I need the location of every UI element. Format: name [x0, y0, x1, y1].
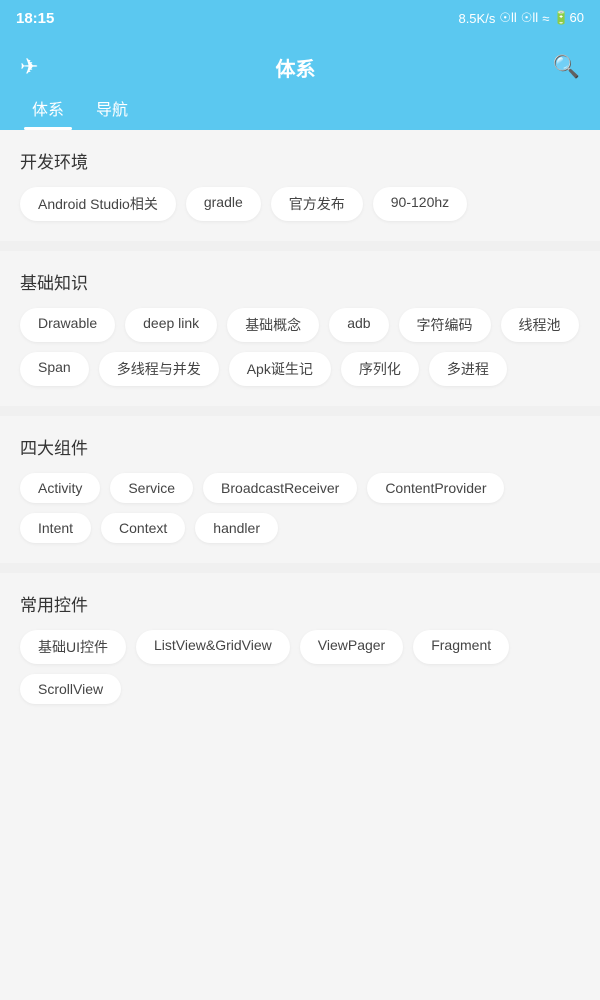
- tag-activity[interactable]: Activity: [20, 473, 100, 503]
- wifi-icon: ≈: [542, 11, 549, 26]
- tag-zifu-bianma[interactable]: 字符编码: [399, 308, 491, 342]
- tags-changyong: 基础UI控件 ListView&GridView ViewPager Fragm…: [20, 630, 580, 704]
- section-jichu-zhishi: 基础知识 Drawable deep link 基础概念 adb 字符编码 线程…: [0, 251, 600, 400]
- app-header: ✈ 体系 🔍: [0, 36, 600, 88]
- section-changyong-kongjian: 常用控件 基础UI控件 ListView&GridView ViewPager …: [0, 573, 600, 718]
- main-content: 开发环境 Android Studio相关 gradle 官方发布 90-120…: [0, 130, 600, 718]
- network-speed: 8.5K/s: [458, 11, 495, 26]
- divider-3: [0, 563, 600, 573]
- tags-jichu: Drawable deep link 基础概念 adb 字符编码 线程池 Spa…: [20, 308, 580, 386]
- tag-drawable[interactable]: Drawable: [20, 308, 115, 342]
- tags-sida: Activity Service BroadcastReceiver Conte…: [20, 473, 580, 543]
- divider-2: [0, 406, 600, 416]
- tag-broadcast-receiver[interactable]: BroadcastReceiver: [203, 473, 357, 503]
- tab-bar: 体系 导航: [0, 88, 600, 130]
- tag-viewpager[interactable]: ViewPager: [300, 630, 403, 664]
- tab-daohang[interactable]: 导航: [80, 88, 144, 130]
- tag-xianchengchi[interactable]: 线程池: [501, 308, 579, 342]
- tag-duoxiancheng[interactable]: 多线程与并发: [99, 352, 219, 386]
- tag-intent[interactable]: Intent: [20, 513, 91, 543]
- divider-1: [0, 241, 600, 251]
- tag-gradle[interactable]: gradle: [186, 187, 261, 221]
- tag-fragment[interactable]: Fragment: [413, 630, 509, 664]
- status-bar: 18:15 8.5K/s ☉ll ☉ll ≈ 🔋60: [0, 0, 600, 36]
- tag-listview-gridview[interactable]: ListView&GridView: [136, 630, 290, 664]
- section-title-sida: 四大组件: [20, 434, 580, 459]
- tag-guanfang-fabu[interactable]: 官方发布: [271, 187, 363, 221]
- page-title: 体系: [276, 53, 316, 82]
- send-icon[interactable]: ✈: [20, 54, 38, 80]
- tag-xulihua[interactable]: 序列化: [341, 352, 419, 386]
- tag-jichu-gainian[interactable]: 基础概念: [227, 308, 319, 342]
- tag-scrollview[interactable]: ScrollView: [20, 674, 121, 704]
- tag-service[interactable]: Service: [110, 473, 193, 503]
- status-icons: 8.5K/s ☉ll ☉ll ≈ 🔋60: [458, 10, 584, 26]
- section-title-jichu: 基础知识: [20, 269, 580, 294]
- tag-span[interactable]: Span: [20, 352, 89, 386]
- tag-handler[interactable]: handler: [195, 513, 278, 543]
- section-title-kaifa: 开发环境: [20, 148, 580, 173]
- section-sida-zujian: 四大组件 Activity Service BroadcastReceiver …: [0, 416, 600, 557]
- tag-context[interactable]: Context: [101, 513, 185, 543]
- signal-icon: ☉ll: [499, 10, 516, 26]
- tag-jichu-ui[interactable]: 基础UI控件: [20, 630, 126, 664]
- status-time: 18:15: [16, 10, 54, 27]
- tags-kaifa: Android Studio相关 gradle 官方发布 90-120hz: [20, 187, 580, 221]
- search-icon[interactable]: 🔍: [553, 54, 580, 80]
- section-kaifa-huanjing: 开发环境 Android Studio相关 gradle 官方发布 90-120…: [0, 130, 600, 235]
- tag-deep-link[interactable]: deep link: [125, 308, 217, 342]
- tag-duojincheng[interactable]: 多进程: [429, 352, 507, 386]
- tag-adb[interactable]: adb: [329, 308, 388, 342]
- tag-android-studio[interactable]: Android Studio相关: [20, 187, 176, 221]
- section-title-changyong: 常用控件: [20, 591, 580, 616]
- tag-90-120hz[interactable]: 90-120hz: [373, 187, 467, 221]
- battery-icon: 🔋60: [553, 10, 584, 26]
- signal-icon2: ☉ll: [521, 10, 538, 26]
- tab-tixie[interactable]: 体系: [16, 88, 80, 130]
- tag-apk[interactable]: Apk诞生记: [229, 352, 331, 386]
- tag-content-provider[interactable]: ContentProvider: [367, 473, 504, 503]
